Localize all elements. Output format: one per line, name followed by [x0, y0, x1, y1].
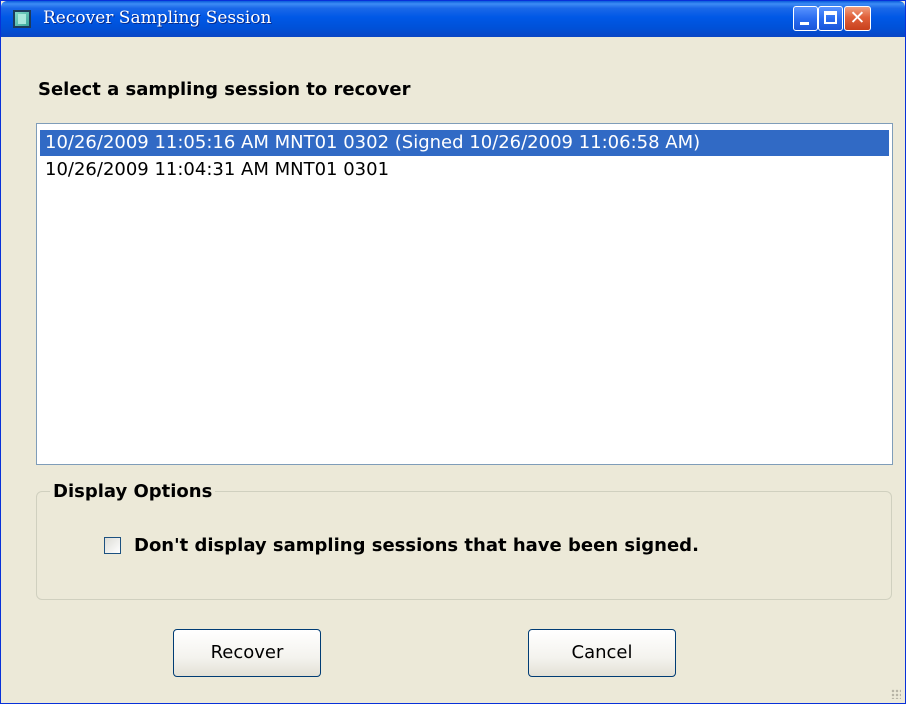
- app-icon: [13, 10, 31, 28]
- minimize-icon: [800, 22, 809, 25]
- recover-session-dialog: Recover Sampling Session ✕ Select a samp…: [0, 0, 906, 704]
- size-grip-icon[interactable]: [891, 689, 901, 699]
- title-bar[interactable]: Recover Sampling Session ✕: [1, 1, 905, 37]
- session-prompt-label: Select a sampling session to recover: [38, 79, 411, 100]
- minimize-button[interactable]: [793, 6, 818, 31]
- display-options-title: Display Options: [50, 481, 216, 502]
- hide-signed-checkbox[interactable]: [104, 537, 121, 554]
- session-list[interactable]: 10/26/2009 11:05:16 AM MNT01 0302 (Signe…: [36, 123, 893, 465]
- close-icon: ✕: [849, 7, 866, 29]
- cancel-button[interactable]: Cancel: [528, 629, 676, 677]
- recover-button[interactable]: Recover: [173, 629, 321, 677]
- close-button[interactable]: ✕: [844, 6, 871, 31]
- session-list-item[interactable]: 10/26/2009 11:04:31 AM MNT01 0301: [40, 157, 394, 183]
- maximize-icon: [824, 11, 837, 24]
- session-list-item[interactable]: 10/26/2009 11:05:16 AM MNT01 0302 (Signe…: [40, 130, 889, 156]
- window-title: Recover Sampling Session: [43, 8, 272, 28]
- maximize-button[interactable]: [818, 6, 843, 31]
- hide-signed-label[interactable]: Don't display sampling sessions that hav…: [134, 535, 699, 556]
